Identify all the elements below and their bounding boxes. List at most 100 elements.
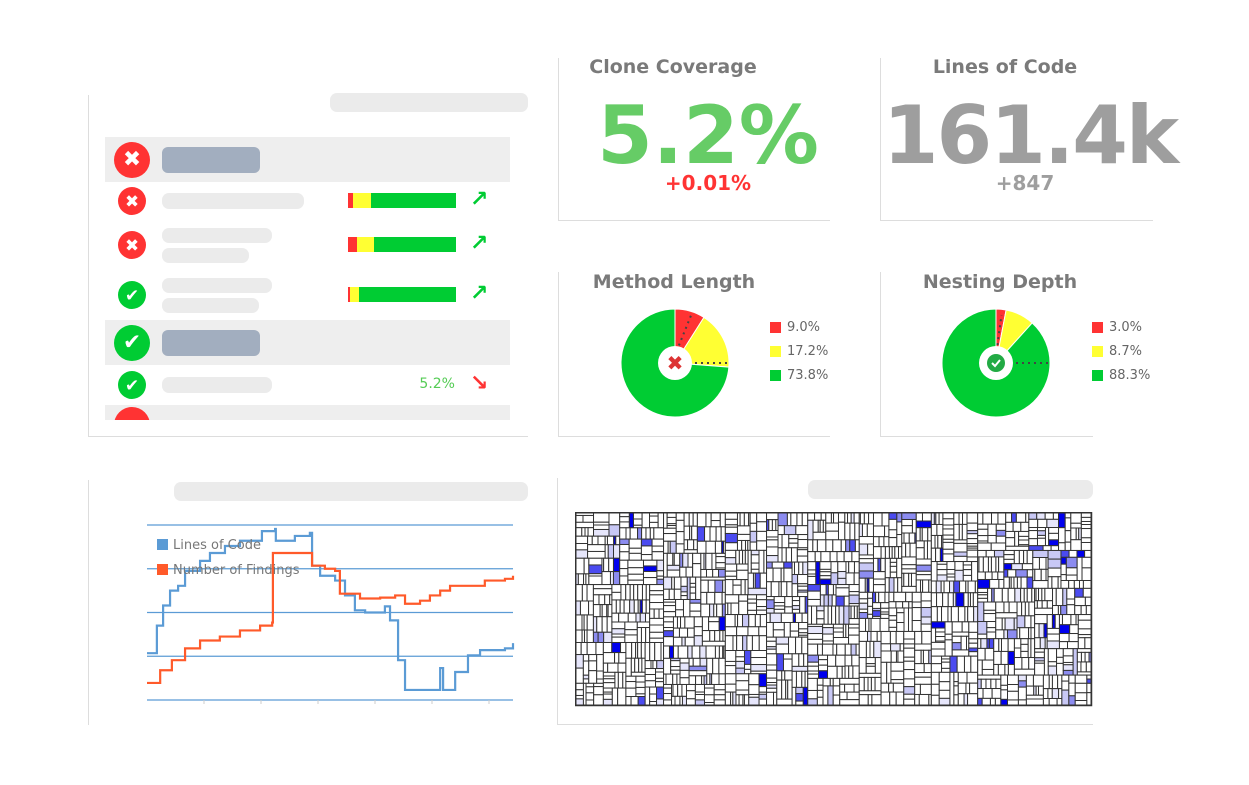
treemap-cell[interactable] — [649, 686, 658, 695]
treemap-cell[interactable] — [990, 542, 1007, 551]
treemap-cell[interactable] — [930, 694, 940, 706]
treemap-cell[interactable] — [588, 564, 603, 575]
treemap-cell[interactable] — [602, 687, 613, 693]
treemap-cell[interactable] — [617, 662, 627, 673]
treemap-cell[interactable] — [619, 551, 630, 561]
treemap-cell[interactable] — [627, 567, 644, 575]
treemap-cell[interactable] — [724, 650, 737, 662]
treemap-cell[interactable] — [880, 682, 890, 693]
treemap-cell[interactable] — [687, 627, 695, 638]
treemap-cell[interactable] — [911, 518, 917, 534]
treemap-cell[interactable] — [766, 581, 772, 598]
treemap-cell[interactable] — [1028, 601, 1036, 617]
treemap-cell[interactable] — [1003, 629, 1009, 640]
treemap-cell[interactable] — [897, 577, 903, 593]
treemap-cell[interactable] — [832, 677, 841, 687]
treemap-cell[interactable] — [807, 519, 814, 541]
treemap-cell[interactable] — [575, 527, 583, 537]
treemap-cell[interactable] — [812, 531, 827, 541]
treemap-cell[interactable] — [613, 544, 621, 559]
treemap-cell[interactable] — [672, 673, 678, 685]
treemap-cell[interactable] — [766, 530, 779, 538]
treemap-cell[interactable] — [738, 594, 749, 602]
treemap-cell[interactable] — [851, 654, 860, 667]
treemap-cell[interactable] — [597, 631, 605, 643]
treemap-cell[interactable] — [704, 526, 711, 542]
treemap-cell[interactable] — [582, 660, 590, 676]
treemap-cell[interactable] — [903, 630, 916, 640]
treemap-cell[interactable] — [823, 594, 829, 607]
treemap-cell[interactable] — [632, 512, 643, 520]
treemap-cell[interactable] — [1007, 569, 1017, 578]
treemap-cell[interactable] — [936, 523, 944, 536]
treemap-cell[interactable] — [1047, 576, 1053, 589]
treemap-cell[interactable] — [951, 635, 962, 644]
treemap-cell[interactable] — [1013, 549, 1020, 565]
treemap-cell[interactable] — [896, 521, 903, 536]
treemap-cell[interactable] — [592, 588, 613, 596]
treemap-cell[interactable] — [963, 592, 969, 608]
treemap-cell[interactable] — [835, 654, 846, 667]
treemap-cell[interactable] — [982, 512, 993, 525]
treemap-cell[interactable] — [944, 639, 953, 657]
treemap-cell[interactable] — [866, 523, 874, 538]
treemap-cell[interactable] — [938, 512, 944, 525]
treemap-cell[interactable] — [776, 670, 783, 681]
treemap-cell[interactable] — [749, 522, 758, 532]
treemap-cell[interactable] — [693, 539, 698, 551]
treemap-cell[interactable] — [663, 611, 677, 618]
treemap-cell[interactable] — [980, 678, 987, 690]
treemap-cell[interactable] — [596, 678, 604, 684]
treemap-cell[interactable] — [775, 643, 790, 655]
treemap-cell[interactable] — [965, 682, 971, 695]
treemap-cell[interactable] — [788, 542, 799, 549]
treemap-cell[interactable] — [835, 587, 850, 597]
treemap-cell[interactable] — [688, 665, 708, 672]
treemap-cell[interactable] — [669, 540, 677, 554]
treemap-cell[interactable] — [1077, 614, 1092, 621]
treemap-cell[interactable] — [1088, 651, 1092, 663]
treemap-cell[interactable] — [930, 671, 940, 685]
treemap-cell[interactable] — [1034, 662, 1045, 676]
treemap-cell[interactable] — [807, 569, 817, 575]
treemap-cell[interactable] — [759, 572, 768, 589]
treemap-cell[interactable] — [703, 687, 715, 696]
treemap-cell[interactable] — [872, 536, 880, 548]
treemap-cell[interactable] — [766, 561, 773, 569]
treemap-cell[interactable] — [575, 535, 589, 545]
treemap-cell[interactable] — [582, 514, 595, 523]
treemap-cell[interactable] — [962, 569, 973, 576]
treemap-cell[interactable] — [1058, 624, 1071, 635]
treemap-cell[interactable] — [689, 586, 697, 594]
treemap-cell[interactable] — [993, 663, 999, 676]
treemap-cell[interactable] — [914, 676, 932, 685]
treemap-cell[interactable] — [1060, 549, 1070, 558]
treemap-cell[interactable] — [603, 557, 610, 573]
treemap-cell[interactable] — [941, 606, 949, 623]
treemap-cell[interactable] — [984, 571, 993, 580]
treemap-cell[interactable] — [680, 585, 688, 593]
treemap-cell[interactable] — [685, 690, 696, 700]
treemap-cell[interactable] — [771, 519, 777, 532]
treemap-cell[interactable] — [968, 642, 979, 649]
treemap-cell[interactable] — [829, 551, 838, 563]
treemap-cell[interactable] — [619, 512, 630, 518]
treemap-cell[interactable] — [601, 616, 608, 633]
treemap-cell[interactable] — [922, 579, 930, 593]
treemap-cell[interactable] — [872, 578, 886, 586]
treemap-cell[interactable] — [773, 608, 786, 614]
treemap-cell[interactable] — [718, 616, 726, 632]
treemap-cell[interactable] — [1011, 512, 1017, 523]
treemap-cell[interactable] — [592, 594, 600, 606]
treemap-cell[interactable] — [783, 621, 791, 638]
treemap-cell[interactable] — [639, 612, 647, 623]
treemap-cell[interactable] — [695, 675, 703, 685]
treemap-cell[interactable] — [663, 540, 669, 554]
treemap-cell[interactable] — [674, 695, 681, 706]
treemap-cell[interactable] — [724, 570, 738, 577]
treemap-cell[interactable] — [896, 557, 903, 579]
treemap-cell[interactable] — [655, 677, 665, 683]
treemap-cell[interactable] — [966, 533, 979, 540]
treemap-cell[interactable] — [677, 645, 689, 659]
treemap-cell[interactable] — [888, 518, 898, 531]
